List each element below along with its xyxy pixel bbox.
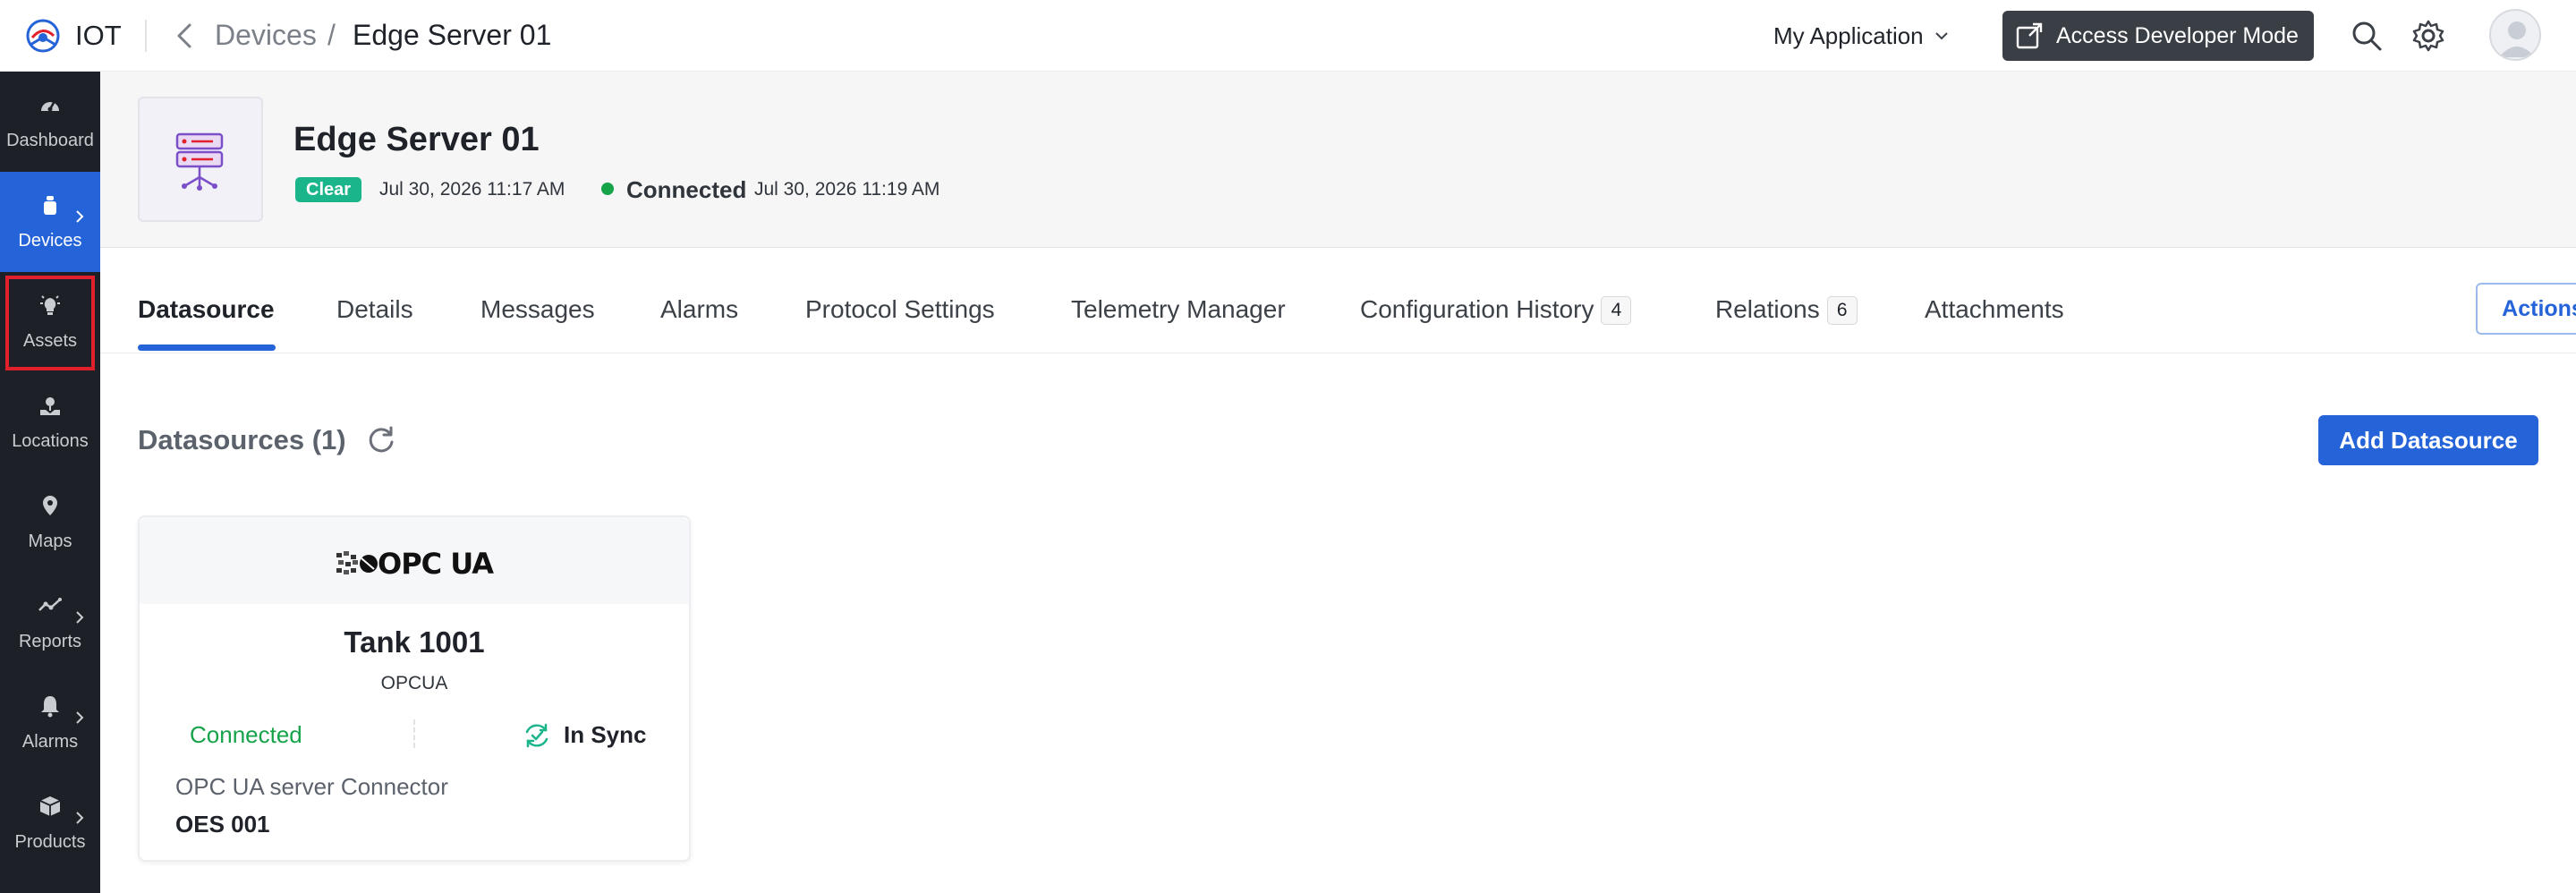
bell-icon (41, 696, 59, 718)
status-badge: Clear (295, 177, 362, 202)
breadcrumb-current: Edge Server 01 (353, 19, 552, 51)
tab-count-badge: 6 (1826, 296, 1858, 325)
datasource-connector: OPC UA server Connector (175, 773, 448, 800)
tab-details[interactable]: Details (336, 293, 413, 326)
opc-ua-logo-text: OPC UA (378, 547, 494, 581)
gear-icon[interactable] (2410, 18, 2446, 54)
breadcrumb-separator: / (327, 19, 336, 51)
tab-configuration-history[interactable]: Configuration History 4 (1360, 293, 1632, 326)
user-icon (2499, 21, 2535, 57)
sidebar-item-label: Devices (18, 231, 82, 251)
sidebar: Dashboard Devices Assets Locations Maps … (0, 72, 100, 893)
active-tab-indicator (138, 344, 276, 351)
sidebar-item-devices[interactable]: Devices (0, 172, 100, 272)
breadcrumb-devices-link[interactable]: Devices (215, 17, 317, 53)
tab-alarms[interactable]: Alarms (660, 293, 738, 326)
tab-label: Attachments (1925, 295, 2064, 323)
access-developer-mode-button[interactable]: Access Developer Mode (2002, 11, 2314, 61)
connection-status-dot (601, 183, 614, 195)
top-bar: IOT Devices / Edge Server 01 My Applicat… (0, 0, 2576, 72)
sidebar-item-label: Products (14, 832, 86, 852)
application-selector[interactable]: My Application (1773, 20, 1949, 52)
sidebar-item-dashboard[interactable]: Dashboard (0, 72, 100, 172)
connection-status: Connected (626, 176, 747, 203)
actions-label: Actions (2502, 295, 2576, 321)
datasource-name: Tank 1001 (344, 625, 485, 659)
app-name: IOT (75, 20, 122, 51)
opc-ua-logo: OPC UA (335, 548, 494, 580)
sidebar-item-products[interactable]: Products (0, 773, 100, 873)
tab-label: Configuration History (1360, 295, 1594, 323)
connection-timestamp: Jul 30, 2026 11:19 AM (754, 179, 940, 200)
datasource-sync-status: In Sync (564, 721, 647, 748)
tab-telemetry-manager[interactable]: Telemetry Manager (1071, 293, 1286, 326)
divider (413, 719, 415, 748)
devices-icon (44, 196, 56, 215)
tab-label: Details (336, 295, 413, 323)
access-developer-mode-label: Access Developer Mode (2056, 22, 2299, 48)
back-icon[interactable] (172, 20, 197, 52)
assets-icon (40, 295, 60, 315)
tab-messages[interactable]: Messages (480, 293, 595, 326)
actions-dropdown-button[interactable]: Actions (2476, 283, 2576, 335)
locations-icon (40, 397, 60, 415)
chevron-right-icon (76, 711, 84, 724)
tab-count-badge: 4 (1601, 296, 1632, 325)
device-header: Edge Server 01 Clear Jul 30, 2026 11:17 … (100, 72, 2576, 248)
application-selector-label: My Application (1773, 21, 1924, 49)
datasource-card-header: OPC UA (140, 517, 689, 604)
refresh-icon[interactable] (365, 424, 397, 456)
tab-attachments[interactable]: Attachments (1925, 293, 2064, 326)
tab-bar: Datasource Details Messages Alarms Proto… (100, 249, 2576, 353)
datasource-card[interactable]: OPC UA Tank 1001 OPCUA Connected In Sync… (138, 515, 691, 862)
datasource-protocol: OPCUA (380, 673, 448, 693)
add-datasource-button[interactable]: Add Datasource (2318, 415, 2538, 465)
search-icon[interactable] (2349, 18, 2385, 54)
device-thumbnail (138, 97, 263, 222)
tab-label: Relations (1715, 295, 1820, 323)
tab-label: Telemetry Manager (1071, 295, 1286, 323)
reports-icon (38, 598, 62, 611)
sidebar-item-maps[interactable]: Maps (0, 472, 100, 573)
datasources-title: Datasources (1) (138, 424, 346, 455)
tab-relations[interactable]: Relations 6 (1715, 293, 1858, 326)
chevron-right-icon (76, 210, 84, 223)
tab-datasource[interactable]: Datasource (138, 293, 275, 326)
sync-check-icon (525, 723, 548, 748)
external-link-icon (2016, 22, 2043, 49)
sidebar-item-label: Dashboard (6, 131, 94, 150)
user-avatar[interactable] (2489, 9, 2541, 61)
status-timestamp: Jul 30, 2026 11:17 AM (379, 179, 565, 200)
chevron-right-icon (76, 812, 84, 824)
sidebar-item-label: Alarms (21, 732, 79, 752)
datasource-code: OES 001 (175, 811, 270, 838)
tab-label: Alarms (660, 295, 739, 323)
tab-label: Datasource (138, 295, 275, 323)
chevron-down-icon (1934, 32, 1948, 40)
sidebar-item-assets[interactable]: Assets (0, 272, 100, 372)
sidebar-item-reports[interactable]: Reports (0, 573, 100, 673)
sidebar-item-label: Reports (18, 632, 82, 651)
divider (145, 20, 147, 52)
box-icon (39, 796, 61, 816)
device-name: Edge Server 01 (293, 121, 540, 158)
sidebar-item-label: Maps (28, 532, 72, 551)
tab-label: Messages (480, 295, 595, 323)
tab-protocol-settings[interactable]: Protocol Settings (805, 293, 995, 326)
map-pin-icon (43, 496, 57, 515)
opc-ua-logo-icon (336, 551, 378, 574)
sidebar-item-label: Assets (22, 331, 78, 351)
server-icon (175, 132, 224, 191)
chevron-right-icon (76, 611, 84, 624)
sidebar-item-locations[interactable]: Locations (0, 372, 100, 472)
sidebar-item-alarms[interactable]: Alarms (0, 673, 100, 773)
dashboard-icon (41, 100, 59, 112)
iot-logo-icon (26, 19, 60, 53)
sidebar-item-label: Locations (12, 431, 89, 451)
datasource-connection-status: Connected (190, 721, 302, 748)
tab-label: Protocol Settings (805, 295, 995, 323)
